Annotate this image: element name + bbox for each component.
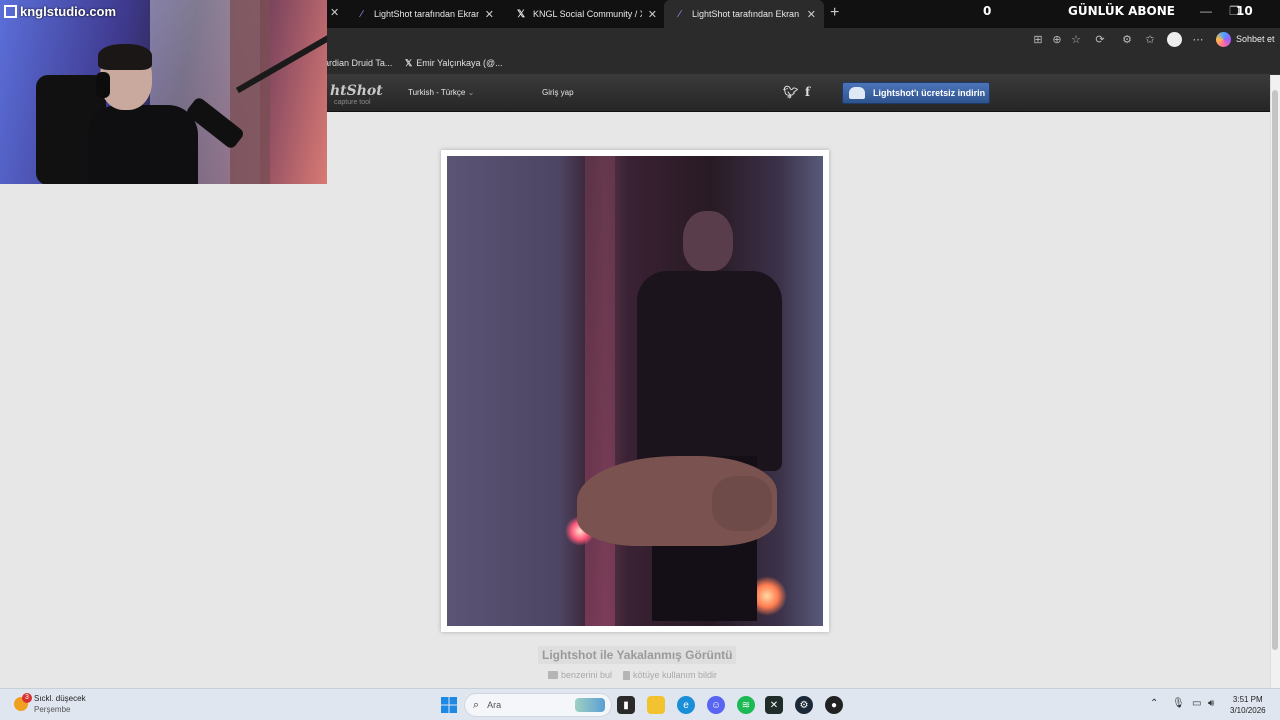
app-icon[interactable]: ● — [825, 696, 843, 714]
network-icon[interactable]: ▭ — [1192, 698, 1201, 709]
edge-icon[interactable]: e — [677, 696, 695, 714]
clock[interactable]: 3:51 PM 3/10/2026 — [1230, 694, 1266, 716]
tab-title: LightShot tarafından Ekran Görünt — [374, 9, 479, 19]
clock-time: 3:51 PM — [1232, 695, 1263, 704]
feather-icon: ∕ — [361, 8, 363, 20]
bookmark-item[interactable]: 𝕏 Emir Yalçınkaya (@... — [405, 58, 503, 69]
webcam-door — [230, 0, 270, 184]
profile-avatar[interactable] — [1167, 32, 1182, 47]
download-button[interactable]: Lightshot'ı ücretsiz indirin — [842, 82, 990, 104]
terminal-icon[interactable]: ✕ — [765, 696, 783, 714]
twitter-icon[interactable]: 🐦︎ — [783, 85, 798, 99]
subscriber-count-left: 0 — [983, 4, 992, 18]
bookmark-item[interactable]: ardian Druid Ta... — [324, 58, 392, 68]
scrollbar-thumb[interactable] — [1272, 90, 1278, 650]
headset-icon — [96, 72, 110, 98]
facebook-icon[interactable]: f — [805, 85, 810, 99]
x-logo-icon: 𝕏 — [405, 58, 413, 68]
image-door — [585, 156, 615, 626]
steam-icon[interactable]: ⚙ — [795, 696, 813, 714]
copilot-icon[interactable] — [1216, 32, 1231, 47]
webcam-person-body — [88, 105, 198, 184]
weather-widget[interactable]: 3 Sıckl. düşecek Perşembe — [14, 693, 86, 715]
daily-subscriber-label: GÜNLÜK ABONE — [1068, 4, 1175, 18]
weather-badge: 3 — [22, 693, 32, 703]
find-similar-label: benzerini bul — [561, 670, 613, 680]
image-dog-head — [712, 476, 772, 531]
report-abuse-label: kötüye kullanım bildir — [633, 670, 718, 680]
zoom-icon[interactable]: ⊕ — [1050, 33, 1064, 47]
chat-button[interactable]: Sohbet et — [1236, 34, 1275, 44]
tab-title: KNGL Social Community / X — [533, 9, 642, 19]
brand-watermark: knglstudio.com — [4, 4, 116, 19]
close-icon[interactable]: ✕ — [648, 8, 657, 21]
search-icon: ⌕ — [473, 698, 480, 711]
clock-date: 3/10/2026 — [1230, 706, 1266, 715]
page-content: Lightshot ile Yakalanmış Görüntü benzeri… — [0, 112, 1270, 688]
trash-icon — [623, 670, 630, 680]
close-icon[interactable]: ✕ — [807, 8, 816, 21]
weather-icon: 3 — [14, 693, 32, 711]
chevron-up-icon[interactable]: ⌃ — [1150, 698, 1158, 709]
favorites-icon[interactable]: ✩ — [1143, 33, 1157, 47]
refresh-icon[interactable]: ⟳ — [1093, 33, 1107, 47]
lightshot-logo-subtitle: capture tool — [334, 99, 371, 106]
search-highlight-image — [575, 698, 605, 712]
app-available-icon[interactable]: ⊞ — [1031, 33, 1045, 47]
brand-logo-icon — [4, 5, 17, 18]
webcam-person-hair — [98, 44, 152, 70]
screenshot-caption: Lightshot ile Yakalanmış Görüntü — [538, 646, 737, 664]
download-button-label: Lightshot'ı ücretsiz indirin — [873, 88, 986, 98]
weather-title: Sıckl. düşecek — [34, 694, 86, 703]
tab-lightshot-1[interactable]: ∕ LightShot tarafından Ekran Görünt ✕ — [346, 0, 502, 28]
new-tab-button[interactable]: + — [830, 4, 839, 22]
microphone-icon[interactable]: 🎙︎ — [1172, 698, 1185, 709]
close-icon[interactable]: ✕ — [330, 6, 339, 19]
task-view-icon[interactable]: ▮ — [617, 696, 635, 714]
volume-icon[interactable]: 🔊︎ — [1208, 698, 1214, 709]
feather-icon: ∕ — [679, 8, 681, 20]
screenshot-image[interactable] — [447, 156, 823, 626]
login-link[interactable]: Giriş yap — [542, 88, 574, 97]
tab-kngl-social[interactable]: 𝕏 KNGL Social Community / X ✕ — [505, 0, 665, 28]
taskbar: 3 Sıckl. düşecek Perşembe ⌕ Ara ▮ e ☺ ≋ … — [0, 688, 1280, 720]
report-abuse-link[interactable]: kötüye kullanım bildir — [623, 670, 717, 680]
lightshot-logo[interactable]: htShot — [330, 83, 383, 99]
bookmark-label: Emir Yalçınkaya (@... — [416, 58, 503, 68]
screenshot-frame — [441, 150, 829, 632]
find-similar-link[interactable]: benzerini bul — [548, 670, 612, 680]
minimize-button[interactable]: — — [1200, 4, 1212, 18]
close-icon[interactable]: ✕ — [485, 8, 494, 21]
webcam-overlay: knglstudio.com — [0, 0, 327, 184]
weather-day: Perşembe — [34, 705, 71, 714]
favorite-star-icon[interactable]: ☆ — [1069, 33, 1083, 47]
cloud-download-icon — [849, 87, 865, 99]
tab-lightshot-2[interactable]: ∕ LightShot tarafından Ekran Görünt ✕ — [664, 0, 824, 28]
image-person — [637, 271, 782, 471]
spotify-icon[interactable]: ≋ — [737, 696, 755, 714]
windows-start-icon[interactable] — [440, 696, 458, 714]
tab-title: LightShot tarafından Ekran Görünt — [692, 9, 801, 19]
more-icon[interactable]: ⋯ — [1191, 33, 1205, 47]
chevron-down-icon: ⌄ — [467, 88, 475, 97]
search-placeholder: Ara — [487, 700, 502, 710]
language-selector[interactable]: Turkish - Türkçe ⌄ — [408, 88, 474, 97]
weather-text: Sıckl. düşecek Perşembe — [34, 693, 86, 715]
taskbar-search[interactable]: ⌕ Ara — [464, 693, 612, 717]
extensions-icon[interactable]: ⚙ — [1120, 33, 1134, 47]
brand-text: knglstudio.com — [20, 4, 117, 19]
discord-icon[interactable]: ☺ — [707, 696, 725, 714]
image-person-head — [683, 211, 733, 271]
camera-icon — [548, 671, 558, 679]
x-logo-icon: 𝕏 — [516, 8, 526, 20]
language-label: Turkish - Türkçe — [408, 88, 466, 97]
file-explorer-icon[interactable] — [647, 696, 665, 714]
subscriber-count-right: 10 — [1236, 4, 1253, 18]
